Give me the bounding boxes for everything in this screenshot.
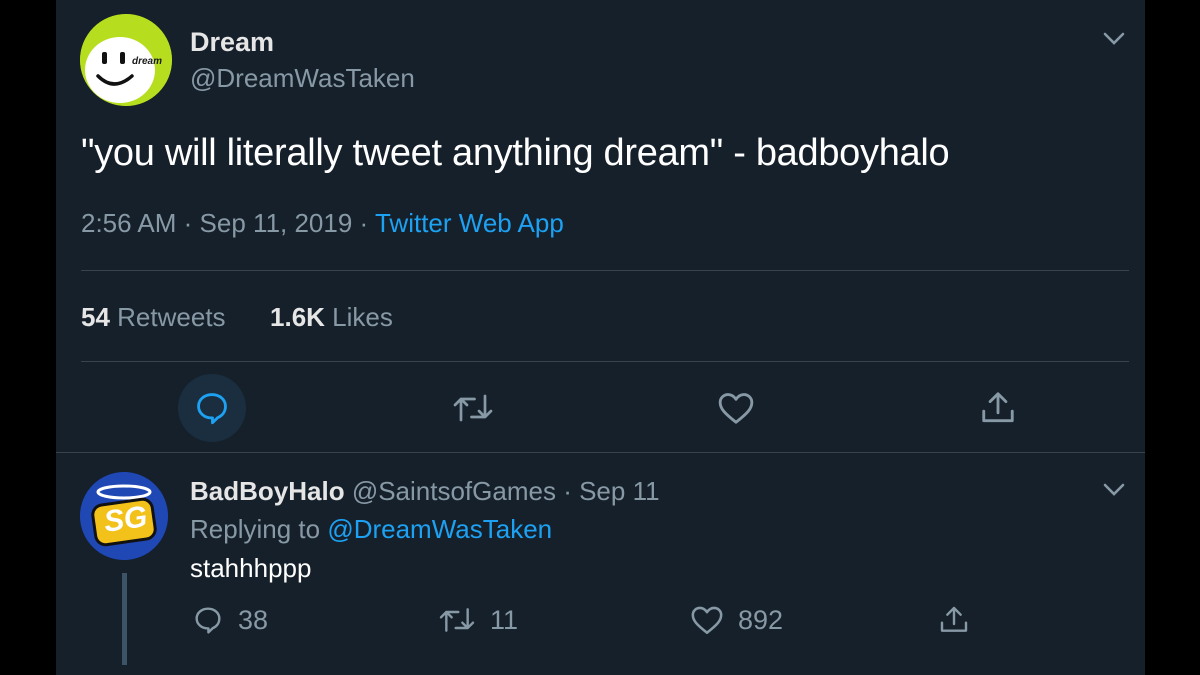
reply-date[interactable]: Sep 11	[579, 476, 659, 506]
retweets-label: Retweets	[117, 302, 226, 332]
meta-separator: ·	[183, 208, 193, 238]
retweet-count: 11	[490, 604, 519, 635]
chevron-down-icon[interactable]	[1101, 26, 1127, 52]
retweets-count: 54	[81, 302, 110, 332]
like-count: 892	[738, 604, 784, 635]
likes-label: Likes	[332, 302, 393, 332]
reply-author-name[interactable]: BadBoyHalo	[190, 476, 345, 506]
tweet-text: "you will literally tweet anything dream…	[81, 132, 950, 174]
reply-retweet-button[interactable]: 11	[438, 604, 518, 636]
likes-count: 1.6K	[270, 302, 325, 332]
like-button[interactable]	[714, 388, 758, 428]
replying-to: Replying to @DreamWasTaken	[190, 514, 552, 545]
reply-count: 38	[238, 604, 269, 635]
author-handle[interactable]: @DreamWasTaken	[190, 63, 415, 94]
retweets-stat[interactable]: 54 Retweets	[81, 302, 233, 332]
reply-icon	[195, 607, 221, 634]
meta-separator: ·	[563, 476, 572, 506]
share-icon	[982, 392, 1014, 423]
replying-prefix: Replying to	[190, 514, 321, 544]
meta-separator: ·	[359, 208, 369, 238]
reply-avatar[interactable]: SG	[80, 472, 168, 560]
reply-icon	[197, 393, 227, 425]
chevron-down-icon[interactable]	[1101, 477, 1127, 503]
like-icon	[718, 393, 754, 424]
reply-share-button[interactable]	[938, 604, 970, 636]
reply-text: stahhhppp	[190, 553, 312, 583]
share-icon	[940, 606, 968, 632]
reply-reply-button[interactable]: 38	[192, 604, 268, 636]
tweet-date[interactable]: Sep 11, 2019	[200, 208, 353, 238]
avatar[interactable]: dream	[80, 14, 172, 106]
reply-like-button[interactable]: 892	[690, 604, 783, 636]
retweet-icon	[453, 394, 493, 422]
tweet-meta: 2:56 AM · Sep 11, 2019 · Twitter Web App	[81, 208, 564, 239]
reply-avatar-text: SG	[101, 500, 150, 539]
likes-stat[interactable]: 1.6K Likes	[270, 302, 393, 332]
reply-author-handle[interactable]: @SaintsofGames	[352, 476, 556, 506]
retweet-button[interactable]	[451, 388, 495, 428]
avatar-logo-text: dream	[132, 56, 163, 67]
divider	[56, 452, 1145, 453]
tweet-panel: dream Dream @DreamWasTaken "you will lit…	[56, 0, 1145, 675]
retweet-icon	[439, 608, 475, 632]
author-name[interactable]: Dream	[190, 27, 274, 58]
reply-button[interactable]	[178, 374, 246, 442]
tweet-stats: 54 Retweets 1.6K Likes	[81, 302, 393, 333]
tweet-time[interactable]: 2:56 AM	[81, 208, 176, 238]
divider	[81, 270, 1129, 271]
tweet-source[interactable]: Twitter Web App	[375, 208, 564, 238]
reply-header: BadBoyHalo @SaintsofGames · Sep 11	[190, 476, 660, 507]
replying-to-handle[interactable]: @DreamWasTaken	[327, 514, 552, 544]
divider	[81, 361, 1129, 362]
like-icon	[691, 606, 723, 635]
share-button[interactable]	[976, 386, 1020, 430]
thread-line	[122, 573, 127, 665]
